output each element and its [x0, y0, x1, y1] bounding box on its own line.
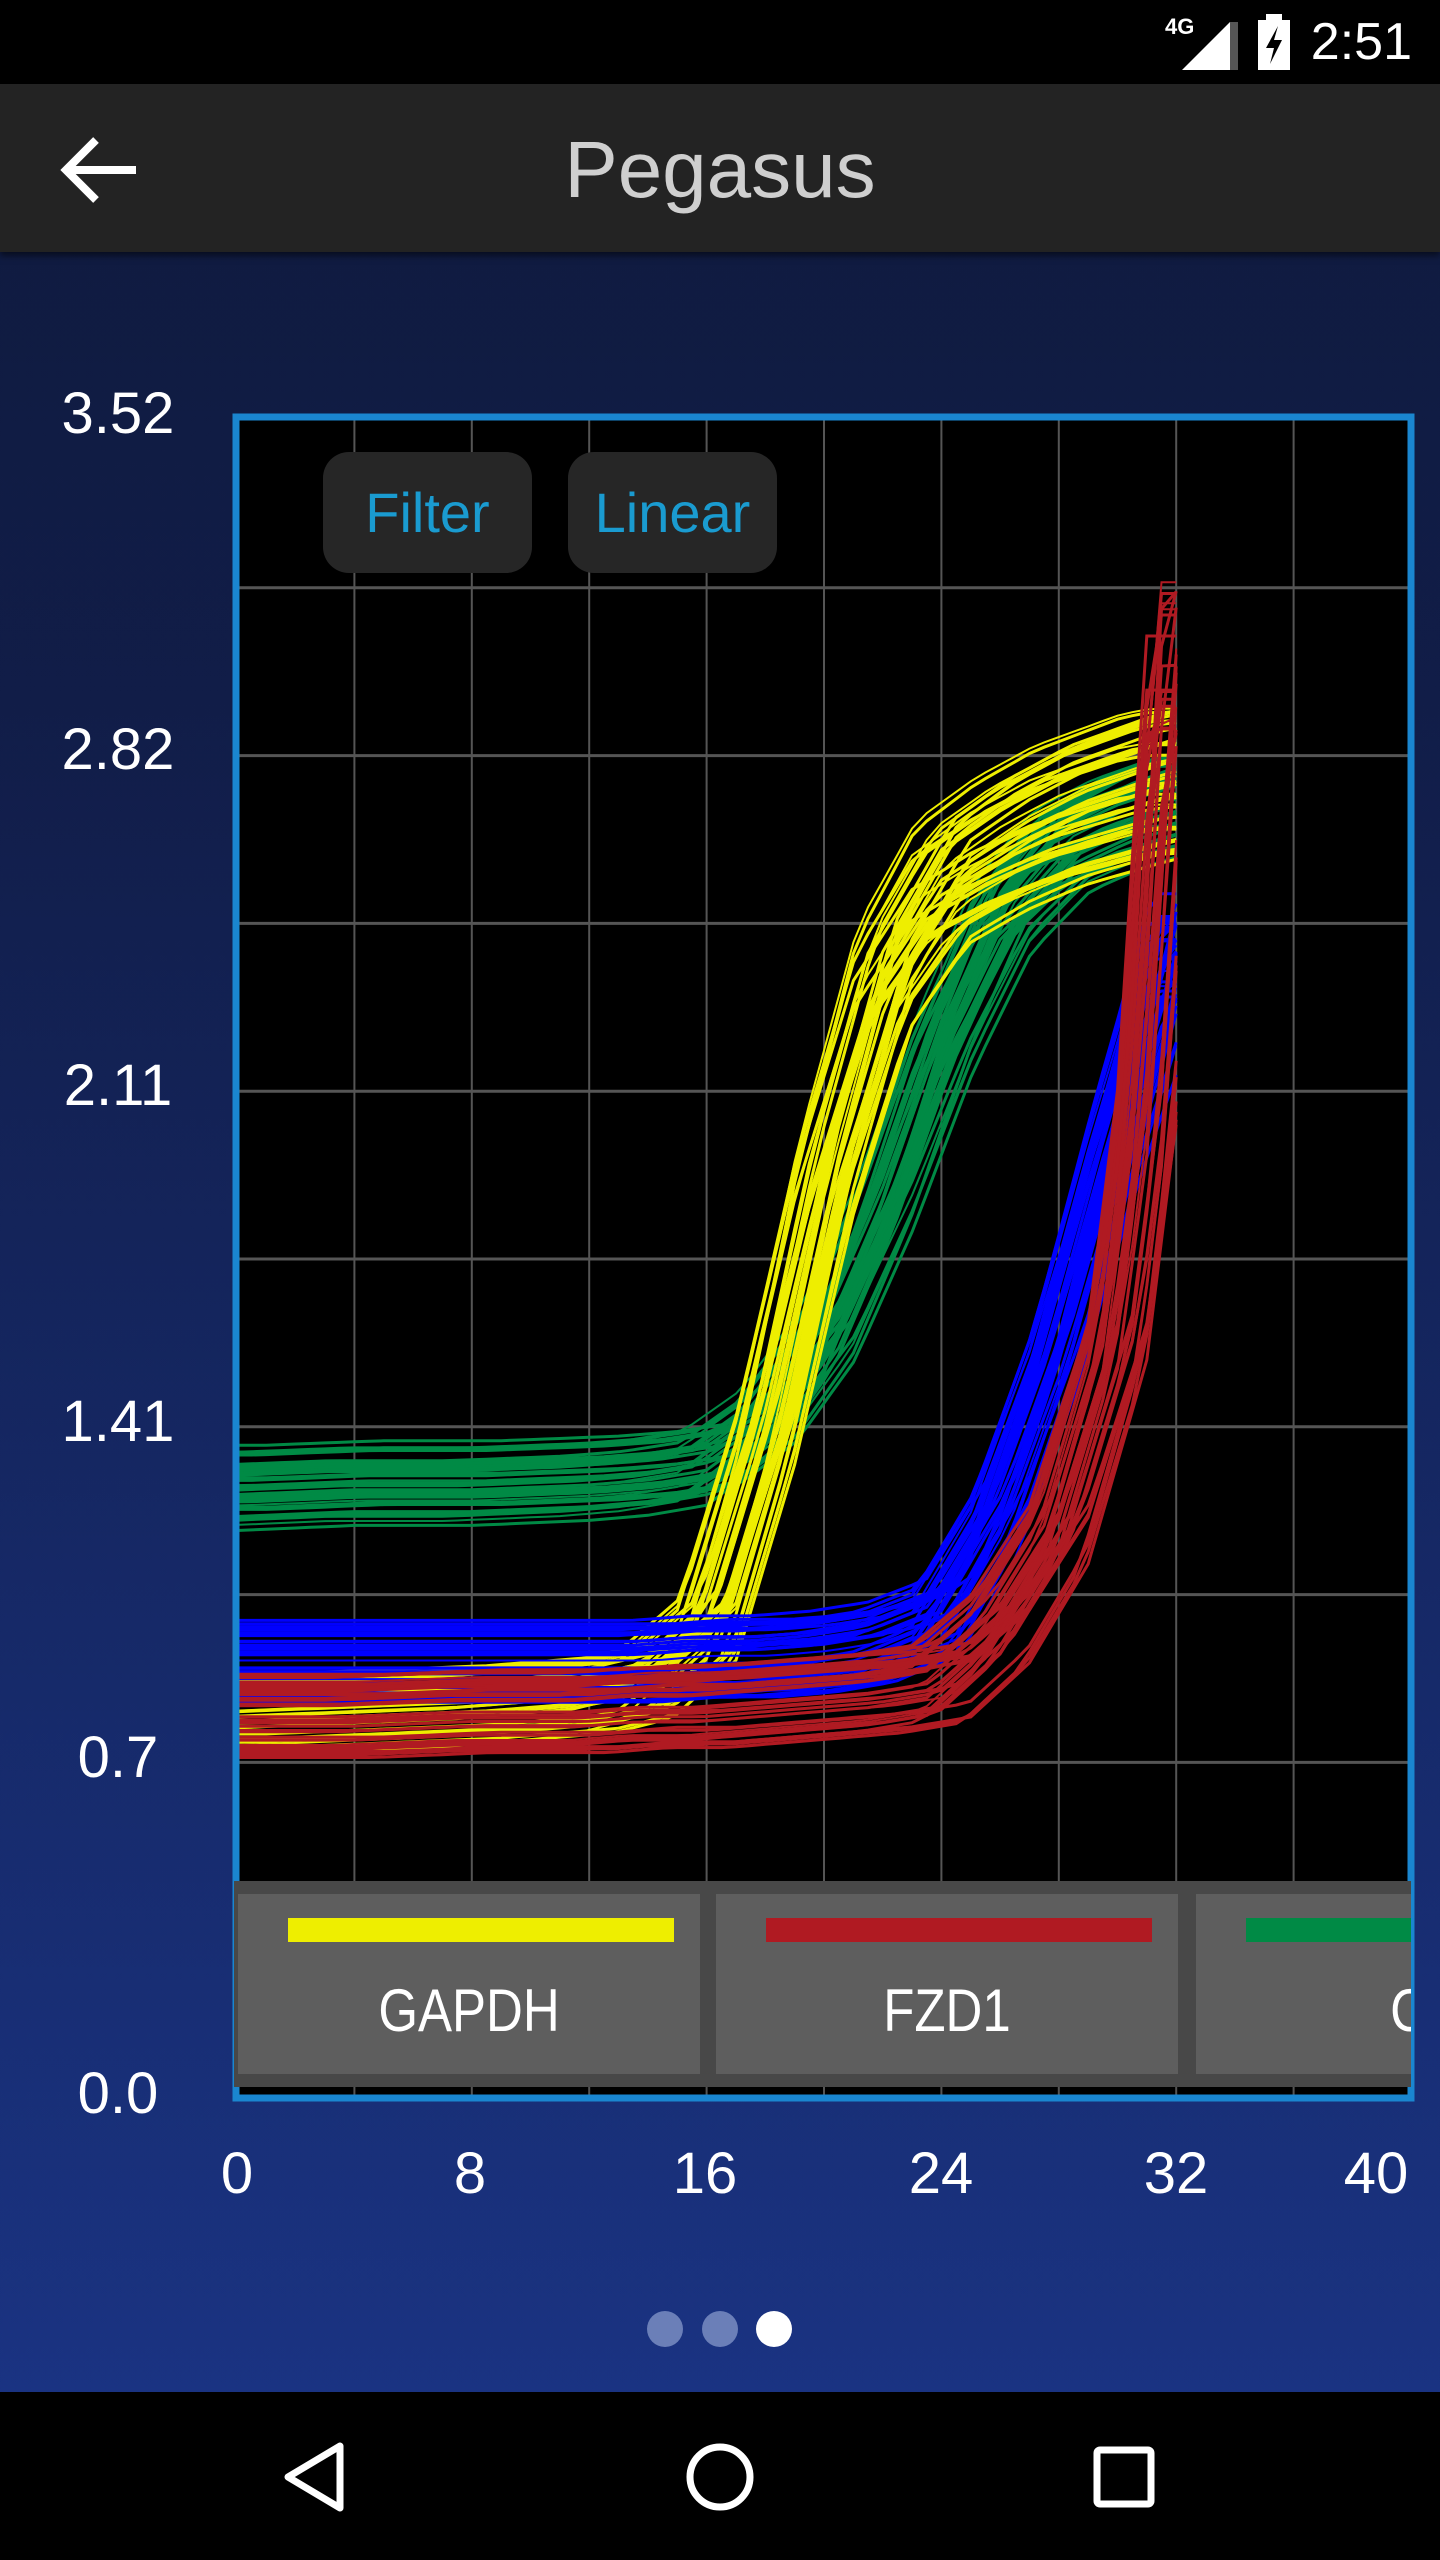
home-circle-icon[interactable]: [675, 2432, 765, 2522]
page-indicator-dot[interactable]: [647, 2311, 683, 2347]
legend-swatch: [766, 1918, 1152, 1942]
y-tick-label: 1.41: [61, 1389, 175, 1454]
legend-label: FZD1: [883, 1977, 1011, 2044]
recents-square-icon[interactable]: [1079, 2432, 1169, 2522]
legend-item-fzd1[interactable]: FZD1: [716, 1894, 1178, 2074]
y-tick-label: 2.82: [61, 717, 175, 782]
x-tick-label: 24: [908, 2141, 974, 2206]
legend-swatch: [288, 1918, 674, 1942]
legend: GAPDH FZD1 CD: [234, 1881, 1411, 2087]
legend-swatch: [1246, 1918, 1411, 1942]
back-triangle-icon[interactable]: [270, 2432, 360, 2522]
y-tick-label: 3.52: [61, 381, 175, 446]
y-tick-label: 0.7: [77, 1725, 159, 1790]
legend-label: GAPDH: [378, 1977, 560, 2044]
x-tick-label: 32: [1143, 2141, 1209, 2206]
y-tick-label: 0.0: [77, 2061, 159, 2126]
legend-label: CD: [1231, 1976, 1411, 2045]
x-tick-label: 16: [672, 2141, 738, 2206]
x-tick-label: 0: [220, 2141, 254, 2206]
filter-button[interactable]: Filter: [323, 452, 532, 573]
scale-toggle-button[interactable]: Linear: [568, 452, 777, 573]
x-tick-label: 40: [1343, 2141, 1409, 2206]
navigation-bar: [0, 2392, 1440, 2560]
legend-item-cd[interactable]: CD: [1196, 1894, 1411, 2074]
legend-item-gapdh[interactable]: GAPDH: [238, 1894, 700, 2074]
page-indicator-dot[interactable]: [702, 2311, 738, 2347]
page-indicator-dot-active[interactable]: [756, 2311, 792, 2347]
y-tick-label: 2.11: [63, 1053, 173, 1118]
x-tick-label: 8: [453, 2141, 487, 2206]
